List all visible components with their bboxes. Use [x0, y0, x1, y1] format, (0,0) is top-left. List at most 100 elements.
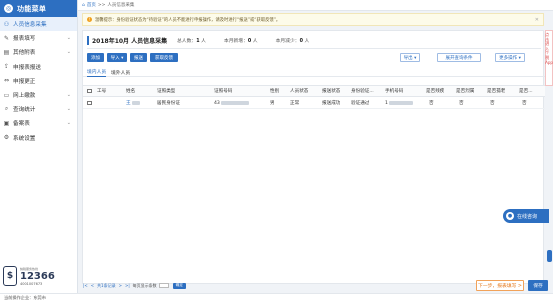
query-icon: ⌕ — [4, 105, 9, 113]
sidebar-item-label: 报表填写 — [13, 36, 36, 43]
expand-query-button[interactable]: 展开查询条件 — [437, 53, 481, 62]
column-header[interactable]: 是否孤老 — [487, 86, 505, 96]
table-icon: ▤ — [3, 48, 10, 56]
column-header[interactable]: 人员状态 — [290, 86, 308, 96]
first-page-button[interactable]: |< — [83, 283, 88, 288]
home-icon: ⌂ — [82, 2, 85, 8]
more-actions-button[interactable]: 更多操作 ▾ — [495, 53, 525, 62]
cell-elderly: 否 — [490, 101, 495, 106]
online-chat-label: 在线咨询 — [517, 213, 538, 220]
column-header[interactable]: 身份验证... — [351, 86, 374, 96]
row-checkbox[interactable] — [87, 100, 92, 106]
sidebar-item-query[interactable]: ⌕ 查询统计 ⌄ — [0, 102, 77, 116]
close-icon[interactable]: ✕ — [535, 17, 539, 23]
column-header[interactable]: 性别 — [270, 86, 279, 96]
sidebar-item-report-fill[interactable]: ✎ 报表填写 ⌄ — [0, 31, 77, 45]
column-header[interactable]: 是否... — [519, 86, 533, 96]
column-header[interactable]: 是否残疾 — [426, 86, 444, 96]
tab-domestic[interactable]: 境内人员 — [87, 67, 107, 77]
add-button[interactable]: 添加 — [87, 53, 104, 62]
status-footer: 当前操作企业：东莞市 — [0, 293, 553, 301]
notice-text: 温馨提示：身份验证状态为“待验证”的人员不能进行申报操作，请及时进行“报送”或“… — [95, 17, 281, 23]
column-header[interactable]: 工号 — [97, 86, 106, 96]
sidebar-item-label: 系统设置 — [13, 135, 36, 142]
sidebar-item-label: 申报更正 — [13, 78, 36, 85]
hotline-tel: 4001007673 — [20, 281, 43, 286]
sidebar-item-correction[interactable]: ⇔ 申报更正 — [0, 74, 77, 88]
last-page-button[interactable]: >| — [125, 283, 130, 288]
sidebar-header: ◎ 功能菜单 — [0, 0, 77, 17]
column-header[interactable]: 姓名 — [126, 86, 135, 96]
chevron-down-icon: ⌄ — [66, 35, 71, 42]
scrollbar-thumb[interactable] — [547, 250, 552, 262]
next-page-button[interactable]: > — [119, 283, 122, 288]
table-header: 工号 姓名 证照类型 证照号码 性别 人员状态 报送状态 身份验证... 手机号… — [83, 85, 545, 97]
record-icon: ▣ — [3, 119, 10, 127]
correct-icon: ⇔ — [3, 77, 10, 85]
per-page-input[interactable] — [158, 283, 169, 288]
chat-icon: ● — [506, 212, 514, 220]
chevron-down-icon: ⌄ — [66, 49, 71, 56]
settings-icon: ⚙ — [3, 134, 10, 142]
per-page-label: 每页显示条数 — [132, 282, 157, 288]
online-chat-button[interactable]: ● 在线咨询 — [503, 209, 549, 223]
cell-report-status: 报送成功 — [322, 101, 341, 106]
sidebar-item-person-info[interactable]: ⚇ 人员信息采集 — [0, 17, 77, 32]
select-all-checkbox[interactable] — [87, 88, 92, 94]
hotline-number: 12366 — [20, 270, 55, 282]
sidebar-item-label: 网上缴款 — [13, 93, 36, 100]
sidebar-item-report-send[interactable]: ⇪ 申报表报送 — [0, 60, 77, 74]
app-promo-strip[interactable]: 点击进入个税App — [545, 30, 553, 86]
table-row[interactable]: 王 居民身份证 43 男 正常 报送成功 验证通过 1 否 否 否 否 — [83, 98, 545, 109]
payment-icon: ▭ — [3, 91, 10, 99]
cell-phone: 1 — [385, 98, 413, 108]
breadcrumb-current: 人员信息采集 — [107, 3, 135, 8]
send-icon: ⇪ — [3, 63, 10, 71]
cell-martyr: 否 — [459, 101, 464, 106]
stat-added: 本月新增：0 人 — [223, 38, 258, 44]
chevron-down-icon: ⌄ — [66, 92, 71, 99]
get-feedback-button[interactable]: 获取反馈 — [150, 53, 178, 62]
report-button[interactable]: 报送 — [130, 53, 147, 62]
chevron-down-icon: ⌄ — [66, 120, 71, 127]
sidebar-item-label: 其他附表 — [13, 50, 36, 57]
collection-panel: 2018年10月 人员信息采集 总人数：1 人 本月新增：0 人 本月减少：0 … — [82, 30, 545, 284]
cell-other: 否 — [522, 101, 527, 106]
tax-emblem-icon: $ — [3, 266, 17, 286]
sidebar-item-payment[interactable]: ▭ 网上缴款 ⌄ — [0, 88, 77, 102]
page-title: 2018年10月 人员信息采集 — [87, 35, 177, 45]
next-step-button[interactable]: 下一步，报表填写 > — [476, 280, 524, 291]
sidebar-item-label: 查询统计 — [13, 107, 36, 114]
import-button[interactable]: 导入 ▾ — [107, 53, 127, 62]
edit-icon: ✎ — [3, 34, 10, 42]
cell-cert-type: 居民身份证 — [157, 101, 180, 106]
tab-bar: 境内人员 境外人员 — [83, 67, 545, 77]
notice-bar: ! 温馨提示：身份验证状态为“待验证”的人员不能进行申报操作，请及时进行“报送”… — [82, 13, 544, 26]
promo-text: 点击进入个税App — [545, 32, 553, 65]
main-area: ⌂ 首页 >> 人员信息采集 ! 温馨提示：身份验证状态为“待验证”的人员不能进… — [78, 0, 553, 301]
sidebar: ◎ 功能菜单 ⚇ 人员信息采集 ✎ 报表填写 ⌄ ▤ 其他附表 ⌄ ⇪ 申报表报… — [0, 0, 78, 301]
prev-page-button[interactable]: < — [91, 283, 94, 288]
save-button[interactable]: 保存 — [528, 280, 548, 291]
confirm-button[interactable]: 确定 — [172, 282, 186, 289]
sidebar-item-settings[interactable]: ⚙ 系统设置 — [0, 131, 77, 145]
column-header[interactable]: 手机号码 — [385, 86, 403, 96]
cell-name[interactable]: 王 — [126, 98, 140, 108]
tab-overseas[interactable]: 境外人员 — [111, 67, 130, 77]
column-header[interactable]: 是否烈属 — [456, 86, 474, 96]
export-button[interactable]: 导出 ▾ — [400, 53, 420, 62]
person-icon: ⚇ — [3, 20, 10, 28]
hotline-badge: $ 纳税服务热线 12366 4001007673 — [3, 262, 67, 290]
footer-text: 当前操作企业：东莞市 — [4, 294, 46, 300]
column-header[interactable]: 证照类型 — [157, 86, 175, 96]
breadcrumb-home[interactable]: 首页 — [87, 2, 96, 8]
column-header[interactable]: 报送状态 — [322, 86, 340, 96]
sidebar-item-other-tables[interactable]: ▤ 其他附表 ⌄ — [0, 45, 77, 59]
sidebar-title: 功能菜单 — [17, 4, 47, 13]
cell-cert-no: 43 — [214, 98, 249, 108]
breadcrumb: ⌂ 首页 >> 人员信息采集 — [78, 0, 553, 11]
stat-reduced: 本月减少：0 人 — [275, 38, 310, 44]
column-header[interactable]: 证照号码 — [214, 86, 232, 96]
cell-status: 正常 — [290, 101, 300, 106]
sidebar-item-record[interactable]: ▣ 备案表 ⌄ — [0, 116, 77, 130]
